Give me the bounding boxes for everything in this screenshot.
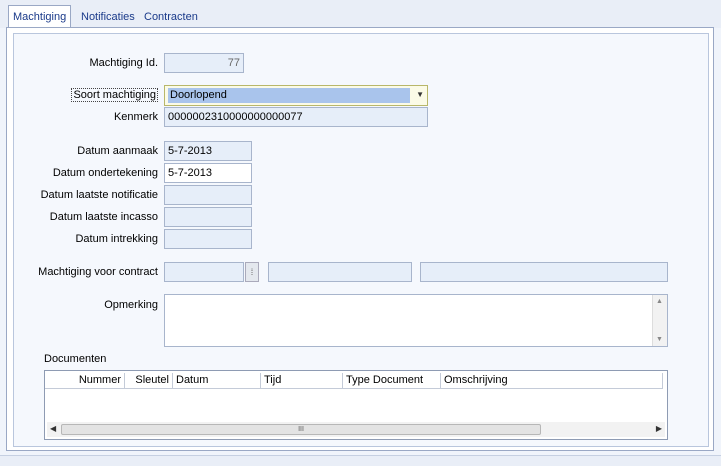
datum-laatste-incasso-field[interactable] [164, 207, 252, 227]
soort-machtiging-value: Doorlopend [168, 88, 410, 103]
tab-machtiging[interactable]: Machtiging [8, 5, 72, 28]
contract-id-field[interactable] [164, 262, 244, 282]
lookup-icon[interactable]: ⁞ [245, 262, 259, 282]
datum-intrekking-label: Datum intrekking [75, 233, 158, 245]
scroll-down-icon[interactable]: ▼ [656, 336, 663, 343]
documenten-label: Documenten [44, 353, 107, 365]
machtiging-id-field[interactable]: 77 [164, 53, 244, 73]
documenten-grid[interactable]: Nummer Sleutel Datum Tijd Type Document … [44, 370, 668, 440]
kenmerk-field[interactable]: 0000002310000000000077 [164, 107, 428, 127]
column-datum[interactable]: Datum [173, 373, 261, 389]
soort-machtiging-label-text: Soort machtiging [71, 88, 158, 102]
datum-laatste-notificatie-field[interactable] [164, 185, 252, 205]
vertical-scrollbar[interactable]: ▲ ▼ [652, 295, 667, 346]
tab-notificaties[interactable]: Notificaties [77, 8, 139, 28]
scrollbar-thumb[interactable]: III [61, 424, 541, 435]
tab-contracten[interactable]: Contracten [140, 8, 202, 28]
contract-field-2[interactable] [268, 262, 412, 282]
datum-ondertekening-label: Datum ondertekening [52, 167, 158, 179]
contract-label: Machtiging voor contract [38, 266, 158, 278]
datum-aanmaak-field[interactable]: 5-7-2013 [164, 141, 252, 161]
column-tijd[interactable]: Tijd [261, 373, 343, 389]
datum-intrekking-field[interactable] [164, 229, 252, 249]
kenmerk-label: Kenmerk [113, 111, 158, 123]
scroll-left-icon[interactable]: ◀ [50, 424, 56, 433]
grid-header: Nummer Sleutel Datum Tijd Type Document … [45, 373, 663, 389]
column-nummer[interactable]: Nummer [45, 373, 125, 389]
datum-ondertekening-field[interactable]: 5-7-2013 [164, 163, 252, 183]
datum-laatste-notificatie-label: Datum laatste notificatie [40, 189, 158, 201]
soort-machtiging-label: Soort machtiging [60, 88, 158, 102]
machtiging-id-label: Machtiging Id. [89, 57, 158, 69]
opmerking-label: Opmerking [104, 299, 158, 311]
status-bar [0, 455, 721, 466]
opmerking-textarea[interactable]: ▲ ▼ [164, 294, 668, 347]
scroll-up-icon[interactable]: ▲ [656, 298, 663, 305]
soort-machtiging-select[interactable]: Doorlopend ▼ [164, 85, 428, 106]
column-omschrijving[interactable]: Omschrijving [441, 373, 663, 389]
datum-laatste-incasso-label: Datum laatste incasso [49, 211, 158, 223]
column-sleutel[interactable]: Sleutel [125, 373, 173, 389]
scroll-right-icon[interactable]: ▶ [656, 424, 662, 433]
horizontal-scrollbar[interactable]: ◀ III ▶ [47, 422, 665, 437]
chevron-down-icon[interactable]: ▼ [416, 90, 424, 99]
tab-bar: Machtiging Notificaties Contracten [0, 0, 721, 28]
datum-aanmaak-label: Datum aanmaak [77, 145, 158, 157]
contract-field-3[interactable] [420, 262, 668, 282]
column-type-document[interactable]: Type Document [343, 373, 441, 389]
